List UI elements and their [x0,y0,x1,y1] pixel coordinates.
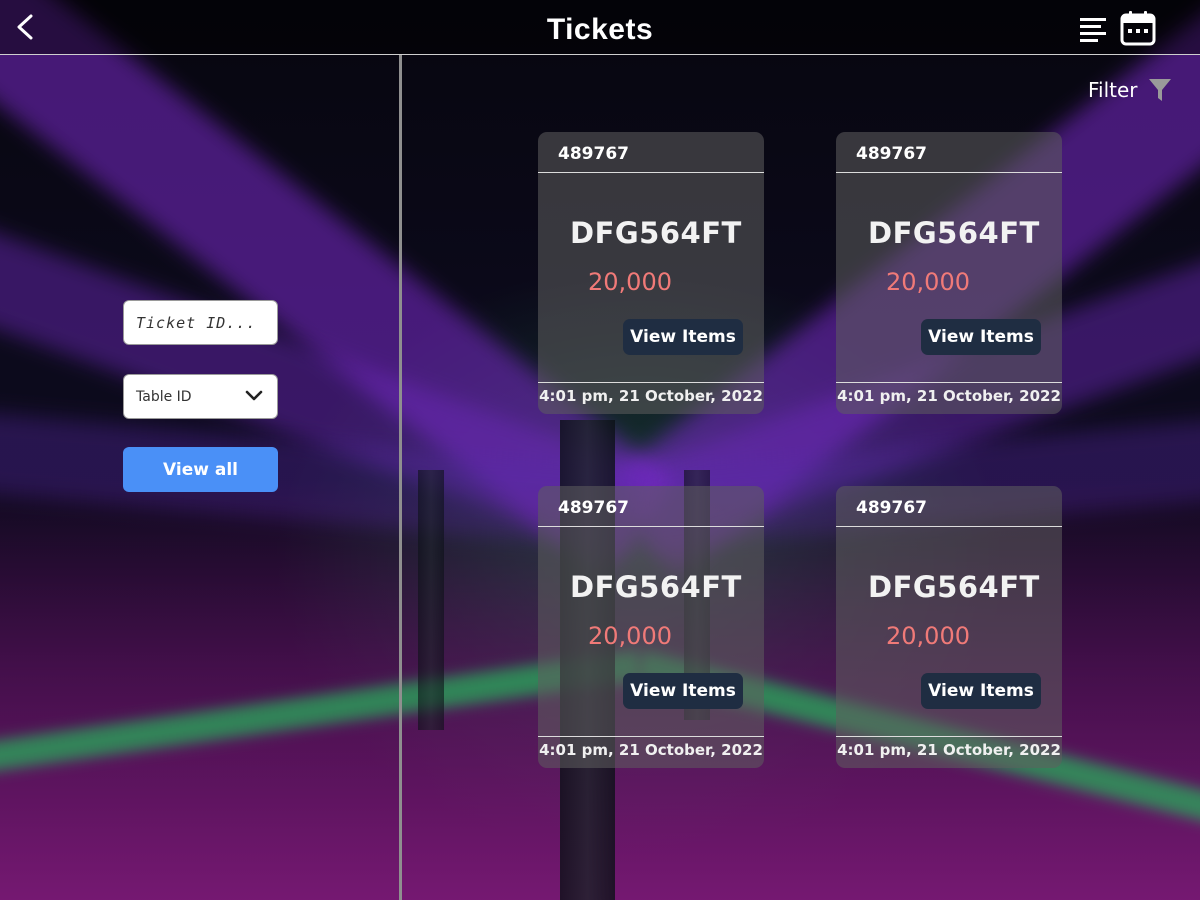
view-items-button[interactable]: View Items [623,673,743,709]
card-divider [836,526,1062,527]
card-divider [836,736,1062,737]
ticket-amount: 20,000 [886,622,970,650]
page-title: Tickets [546,13,654,46]
ticket-id: 489767 [558,498,629,518]
ticket-id: 489767 [856,144,927,164]
calendar-icon [1120,11,1156,46]
ticket-timestamp: 4:01 pm, 21 October, 2022 [837,741,1061,759]
calendar-button[interactable] [1120,10,1156,46]
filter-label: Filter [1088,78,1138,102]
sort-lines-icon [1080,18,1106,42]
view-items-button[interactable]: View Items [921,319,1041,355]
ticket-id: 489767 [558,144,629,164]
ticket-timestamp: 4:01 pm, 21 October, 2022 [539,741,763,759]
card-divider [538,526,764,527]
ticket-code: DFG564FT [868,570,1040,604]
ticket-code: DFG564FT [570,216,742,250]
filter-button[interactable]: Filter [1088,76,1172,104]
ticket-card: 489767 DFG564FT 20,000 View Items 4:01 p… [538,486,764,768]
ticket-id-input[interactable] [123,300,278,345]
funnel-icon [1148,79,1171,101]
card-divider [538,172,764,173]
ticket-code: DFG564FT [868,216,1040,250]
table-id-select[interactable]: Table ID [123,374,278,419]
ticket-card: 489767 DFG564FT 20,000 View Items 4:01 p… [836,486,1062,768]
card-divider [538,736,764,737]
ticket-timestamp: 4:01 pm, 21 October, 2022 [539,387,763,405]
view-items-button[interactable]: View Items [921,673,1041,709]
sort-button[interactable] [1079,16,1107,42]
card-divider [538,382,764,383]
ticket-card: 489767 DFG564FT 20,000 View Items 4:01 p… [836,132,1062,414]
ticket-timestamp: 4:01 pm, 21 October, 2022 [837,387,1061,405]
ticket-card: 489767 DFG564FT 20,000 View Items 4:01 p… [538,132,764,414]
ticket-amount: 20,000 [588,622,672,650]
view-all-button[interactable]: View all [123,447,278,492]
table-id-select-value: Table ID [136,389,192,405]
ticket-amount: 20,000 [886,268,970,296]
panel-divider [399,55,402,900]
view-items-button[interactable]: View Items [623,319,743,355]
ticket-id: 489767 [856,498,927,518]
app-header: Tickets [0,0,1200,55]
card-divider [836,172,1062,173]
ticket-code: DFG564FT [570,570,742,604]
chevron-down-icon [245,390,263,401]
card-divider [836,382,1062,383]
ticket-amount: 20,000 [588,268,672,296]
